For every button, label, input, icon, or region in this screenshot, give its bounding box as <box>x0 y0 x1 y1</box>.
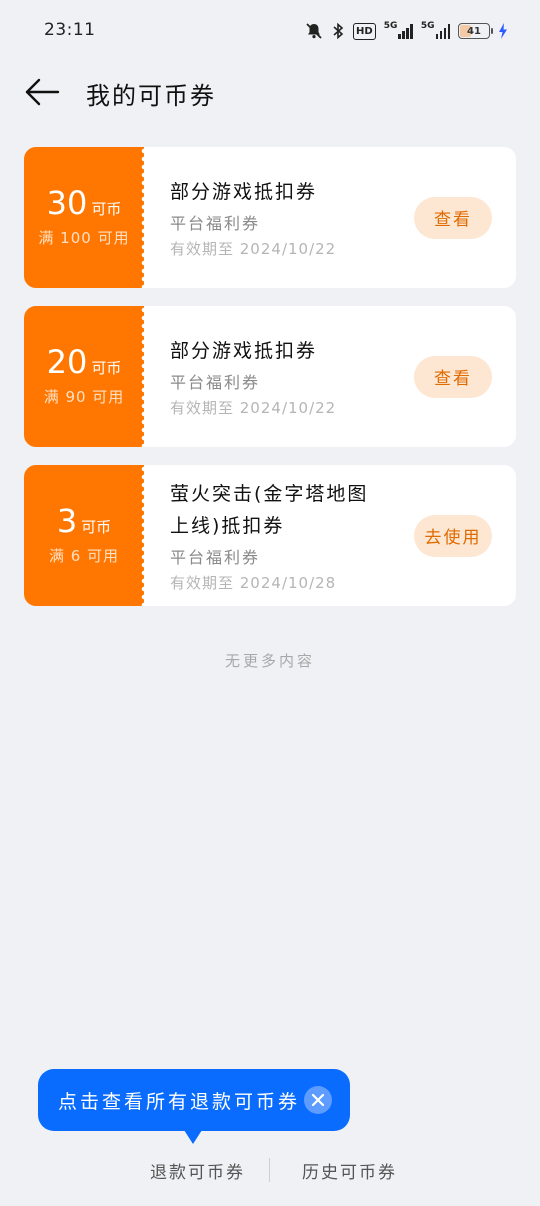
charging-bolt-icon <box>498 21 508 41</box>
coupon-detail-panel: 部分游戏抵扣券 平台福利券 有效期至 2024/10/22 查看 <box>144 147 516 288</box>
coupon-detail-panel: 部分游戏抵扣券 平台福利券 有效期至 2024/10/22 查看 <box>144 306 516 447</box>
coupon-name: 部分游戏抵扣券 <box>170 181 318 203</box>
back-button[interactable] <box>22 74 62 110</box>
coupon-amount: 3 <box>56 502 78 540</box>
tooltip-close-button[interactable] <box>304 1086 332 1114</box>
coupon-amount: 20 <box>46 343 88 381</box>
back-arrow-icon <box>25 78 60 106</box>
coupon-condition: 满 6 可用 <box>48 547 120 565</box>
coupon-name: 部分游戏抵扣券 <box>170 340 318 362</box>
coupon-amount-panel: 20 可币 满 90 可用 <box>24 306 147 447</box>
coupon-validity: 有效期至 2024/10/22 <box>170 399 337 417</box>
no-more-content: 无更多内容 <box>224 652 315 670</box>
view-button[interactable]: 查看 <box>414 355 492 398</box>
battery-icon: 41 <box>458 23 493 39</box>
status-time: 23:11 <box>44 20 96 40</box>
tooltip-text: 点击查看所有退款可币券 <box>58 1090 301 1113</box>
coupon-card[interactable]: 3 可币 满 6 可用 萤火突击(金字塔地图上线)抵扣券 平台福利券 有效期至 … <box>24 465 516 606</box>
coupon-amount-panel: 30 可币 满 100 可用 <box>24 147 147 288</box>
history-coupons-tab[interactable]: 历史可币券 <box>302 1158 397 1183</box>
coupon-amount-unit: 可币 <box>81 518 112 536</box>
coupon-card[interactable]: 30 可币 满 100 可用 部分游戏抵扣券 平台福利券 有效期至 2024/1… <box>24 147 516 288</box>
coupon-validity: 有效期至 2024/10/28 <box>170 574 337 592</box>
signal-5g-icon-1: 5G <box>384 21 413 41</box>
signal-5g-icon-2: 5G <box>421 21 450 41</box>
view-button[interactable]: 查看 <box>414 196 492 239</box>
coupon-condition: 满 100 可用 <box>38 229 130 247</box>
coupon-card[interactable]: 20 可币 满 90 可用 部分游戏抵扣券 平台福利券 有效期至 2024/10… <box>24 306 516 447</box>
refund-coupons-tab[interactable]: 退款可币券 <box>150 1158 245 1183</box>
close-icon <box>311 1093 325 1107</box>
coupon-list: 30 可币 满 100 可用 部分游戏抵扣券 平台福利券 有效期至 2024/1… <box>24 147 516 624</box>
coupon-amount-panel: 3 可币 满 6 可用 <box>24 465 147 606</box>
tab-divider <box>269 1158 270 1182</box>
status-bar: 23:11 HD 5G 5G 41 <box>0 0 540 60</box>
coupon-validity: 有效期至 2024/10/22 <box>170 240 337 258</box>
page-title: 我的可币券 <box>86 82 216 110</box>
coupon-amount: 30 <box>46 184 88 222</box>
status-icons: HD 5G 5G 41 <box>305 20 508 42</box>
coupon-name: 萤火突击(金字塔地图上线)抵扣券 <box>170 483 369 537</box>
hd-voice-icon: HD <box>353 22 376 40</box>
coupon-detail-panel: 萤火突击(金字塔地图上线)抵扣券 平台福利券 有效期至 2024/10/28 去… <box>144 465 516 606</box>
header: 我的可币券 <box>0 60 540 124</box>
mute-bell-icon <box>305 21 323 41</box>
coupon-amount-unit: 可币 <box>91 200 122 218</box>
bluetooth-icon <box>331 21 345 41</box>
bottom-bar: 退款可币券 历史可币券 <box>0 1146 540 1194</box>
coupon-amount-unit: 可币 <box>91 359 122 377</box>
refund-coupons-tooltip[interactable]: 点击查看所有退款可币券 <box>38 1069 350 1144</box>
use-button[interactable]: 去使用 <box>414 514 492 557</box>
coupon-condition: 满 90 可用 <box>43 388 125 406</box>
